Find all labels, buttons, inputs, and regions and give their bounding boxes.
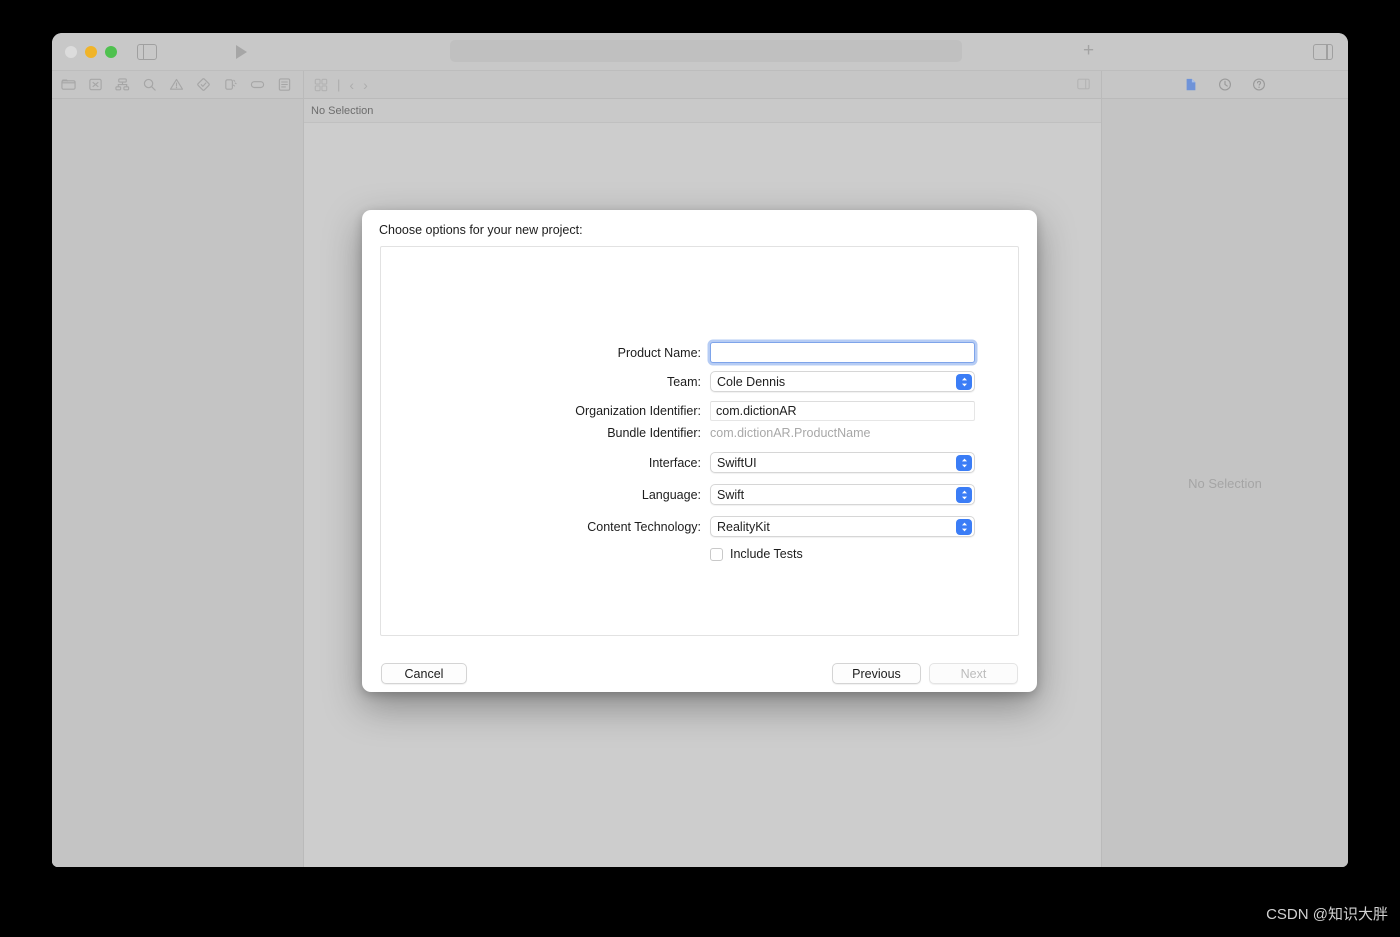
source-control-icon[interactable] xyxy=(88,77,103,92)
file-inspector-icon[interactable] xyxy=(1184,77,1198,92)
editor-jumpbar: | ‹ › xyxy=(304,71,1101,99)
screen: + | ‹ › No Selection No Selection Choose… xyxy=(0,0,1400,937)
form-row-interface: Interface: SwiftUI xyxy=(381,452,1018,473)
search-icon[interactable] xyxy=(142,77,157,92)
inspector-toolbar xyxy=(1102,71,1348,99)
include-tests-checkbox[interactable] xyxy=(710,547,723,561)
bundle-identifier-value: com.dictionAR.ProductName xyxy=(710,426,871,440)
dialog-form-panel: Product Name: Team: Cole Dennis Organiza… xyxy=(380,246,1019,636)
form-row-bundle-identifier: Bundle Identifier: com.dictionAR.Product… xyxy=(381,426,1018,440)
chevron-up-down-icon xyxy=(956,454,972,471)
form-row-language: Language: Swift xyxy=(381,484,1018,505)
form-row-organization-identifier: Organization Identifier: xyxy=(381,401,1018,421)
chevron-up-down-icon xyxy=(956,373,972,390)
csdn-watermark: CSDN @知识大胖 xyxy=(1266,906,1388,923)
language-value: Swift xyxy=(717,487,745,502)
bundle-identifier-label: Bundle Identifier: xyxy=(607,426,701,440)
content-technology-label: Content Technology: xyxy=(587,519,701,534)
include-tests-label: Include Tests xyxy=(730,547,803,561)
inspector-content: No Selection xyxy=(1102,99,1348,867)
organization-identifier-input[interactable] xyxy=(710,401,975,421)
run-play-icon[interactable] xyxy=(236,44,247,59)
plus-icon[interactable]: + xyxy=(1081,41,1096,60)
chevron-up-down-icon xyxy=(956,518,972,535)
symbol-hierarchy-icon[interactable] xyxy=(115,77,130,92)
navigator-pane xyxy=(52,71,304,867)
interface-value: SwiftUI xyxy=(717,455,757,470)
organization-identifier-label: Organization Identifier: xyxy=(575,404,701,418)
sidebar-right-icon[interactable] xyxy=(1313,44,1333,60)
editor-options-icon[interactable] xyxy=(1076,77,1091,91)
editor-no-selection-label: No Selection xyxy=(311,104,374,117)
product-name-input[interactable] xyxy=(710,342,975,363)
content-technology-popup-button[interactable]: RealityKit xyxy=(710,516,975,537)
include-tests-checkbox-row[interactable]: Include Tests xyxy=(710,547,803,561)
chevron-left-icon[interactable]: ‹ xyxy=(349,77,354,93)
folder-icon[interactable] xyxy=(61,77,76,92)
language-popup-button[interactable]: Swift xyxy=(710,484,975,505)
history-inspector-icon[interactable] xyxy=(1218,77,1232,92)
team-label: Team: xyxy=(666,374,701,389)
interface-popup-button[interactable]: SwiftUI xyxy=(710,452,975,473)
interface-label: Interface: xyxy=(648,455,701,470)
next-button: Next xyxy=(929,663,1018,684)
chevron-right-icon[interactable]: › xyxy=(363,77,368,93)
new-project-options-dialog: Choose options for your new project: Pro… xyxy=(362,210,1037,692)
traffic-lights xyxy=(65,45,117,58)
activity-view xyxy=(450,40,962,62)
dialog-title: Choose options for your new project: xyxy=(379,223,583,237)
breakpoint-tag-icon[interactable] xyxy=(250,77,265,92)
sidebar-left-icon[interactable] xyxy=(137,43,157,60)
zoom-window-button[interactable] xyxy=(105,45,117,58)
report-icon[interactable] xyxy=(277,77,292,92)
previous-button[interactable]: Previous xyxy=(832,663,921,684)
inspector-pane: No Selection xyxy=(1101,71,1348,867)
close-window-button[interactable] xyxy=(65,45,77,58)
product-name-label: Product Name: xyxy=(617,345,701,360)
editor-grid-icon[interactable] xyxy=(314,78,328,92)
quick-help-icon[interactable] xyxy=(1252,77,1266,92)
form-row-include-tests: Include Tests xyxy=(381,547,1018,561)
debug-icon[interactable] xyxy=(223,77,238,92)
navigator-content xyxy=(52,99,303,867)
editor-breadcrumb: No Selection xyxy=(304,99,1101,123)
inspector-no-selection-label: No Selection xyxy=(1188,476,1262,491)
content-technology-value: RealityKit xyxy=(717,519,770,534)
cancel-button[interactable]: Cancel xyxy=(381,663,467,684)
form-row-team: Team: Cole Dennis xyxy=(381,371,1018,392)
dialog-footer: Cancel Previous Next xyxy=(362,647,1037,692)
form-row-product-name: Product Name: xyxy=(381,342,1018,363)
language-label: Language: xyxy=(641,487,701,502)
navigator-toolbar xyxy=(52,71,303,99)
jumpbar-separator: | xyxy=(337,77,341,92)
test-diamond-icon[interactable] xyxy=(196,77,211,92)
minimize-window-button[interactable] xyxy=(85,45,97,58)
form-row-content-technology: Content Technology: RealityKit xyxy=(381,516,1018,537)
team-value: Cole Dennis xyxy=(717,374,786,389)
chevron-up-down-icon xyxy=(956,486,972,503)
team-popup-button[interactable]: Cole Dennis xyxy=(710,371,975,392)
warning-triangle-icon[interactable] xyxy=(169,77,184,92)
window-titlebar: + xyxy=(52,33,1348,71)
